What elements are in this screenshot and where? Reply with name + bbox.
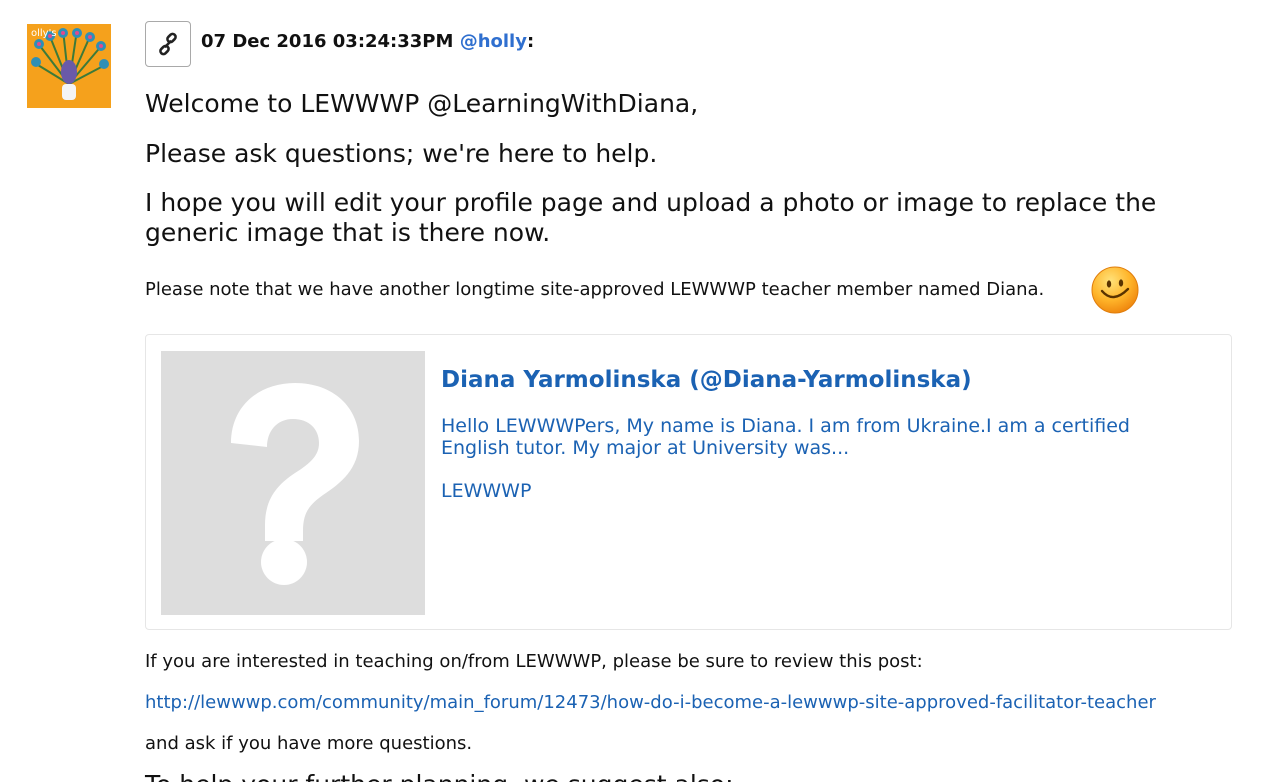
profile-embed-card[interactable]: Diana Yarmolinska (@Diana-Yarmolinska) H… [145, 334, 1232, 630]
planning-text: To help your further planning, we sugges… [145, 770, 1240, 782]
post-header: 07 Dec 2016 03:24:33PM @holly: [201, 31, 534, 52]
embed-description[interactable]: Hello LEWWWPers, My name is Diana. I am … [441, 415, 1181, 459]
embed-site-name[interactable]: LEWWWP [441, 480, 531, 502]
help-text: Please ask questions; we're here to help… [145, 139, 658, 168]
smiley-face-icon [1091, 266, 1139, 314]
profile-thumbnail[interactable] [161, 351, 425, 615]
ask-text: and ask if you have more questions. [145, 733, 473, 754]
svg-text:olly's: olly's [31, 28, 57, 39]
user-avatar[interactable]: olly's [27, 24, 111, 108]
embed-title-link[interactable]: Diana Yarmolinska (@Diana-Yarmolinska) [441, 367, 972, 393]
question-mark-icon [231, 383, 359, 585]
link-icon [159, 32, 177, 56]
forum-post: olly's 07 Dec 2016 03:24:33PM @holly: We… [0, 0, 1280, 782]
permalink-button[interactable] [145, 21, 191, 67]
profile-request-text: I hope you will edit your profile page a… [145, 188, 1157, 247]
greeting-text: Welcome to LEWWWP @LearningWithDiana, [145, 89, 699, 118]
peacock-avatar-icon: olly's [27, 24, 111, 108]
note-text: Please note that we have another longtim… [145, 279, 1045, 300]
author-link[interactable]: @holly [460, 31, 527, 52]
author-suffix: : [526, 31, 535, 52]
facilitator-post-link[interactable]: http://lewwwp.com/community/main_forum/1… [145, 691, 1156, 715]
post-timestamp: 07 Dec 2016 03:24:33PM [201, 31, 454, 52]
interest-text: If you are interested in teaching on/fro… [145, 651, 923, 672]
